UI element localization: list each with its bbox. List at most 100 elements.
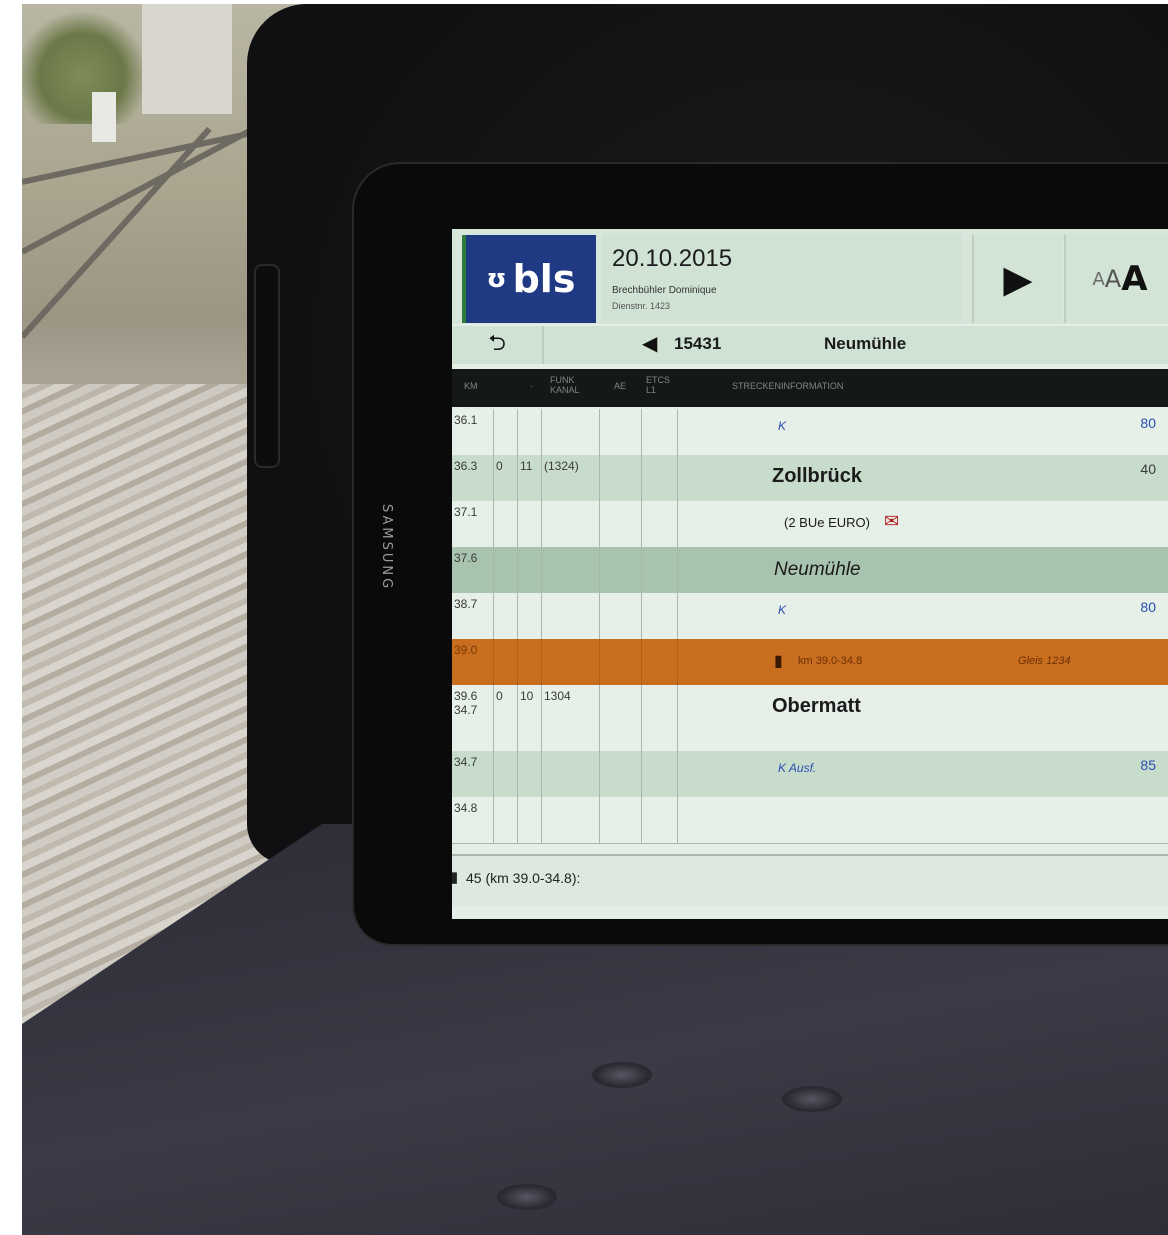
col-b-cell — [518, 593, 542, 639]
font-size-small-icon: A — [1092, 268, 1105, 290]
col-funk-kanal: FUNK KANAL — [550, 375, 580, 395]
play-icon: ▶ — [1003, 257, 1033, 301]
funk-kanal-cell — [542, 593, 600, 639]
col-a-cell — [494, 501, 518, 547]
km-cell: 34.7 — [452, 751, 494, 797]
route-info-text: (2 BUe EURO) — [784, 515, 870, 530]
photo-background: SAMSUNG ʊ bls 20.10.2015 Brechbühler Dom… — [22, 4, 1168, 1235]
route-info-text: km 39.0-34.8 — [798, 655, 863, 667]
km-cell: 37.1 — [452, 501, 494, 547]
col-b-cell: 11 — [518, 455, 542, 501]
speed-limit: 80 — [1140, 599, 1156, 615]
etcs-cell — [642, 685, 678, 751]
table-row[interactable]: 39.0 km 39.0-34.8 ▮ Gleis 1234 — [452, 639, 1168, 686]
km-value: 36.3 — [454, 459, 478, 473]
funk-kanal-cell: 1304 — [542, 685, 600, 751]
play-button[interactable]: ▶ — [972, 235, 1062, 323]
col-a-value: 0 — [496, 459, 503, 473]
route-info-cell: Zollbrück 40 — [688, 455, 1168, 501]
case-zipper — [254, 264, 280, 468]
col-streckeninformation: STRECKENINFORMATION — [732, 381, 844, 391]
route-info-cell: K 80 — [688, 409, 1168, 455]
table-row[interactable]: 36.1 K 80 — [452, 409, 1168, 456]
train-nav-bar: ⮌ ◀ 15431 Neumühle — [452, 326, 1168, 364]
ae-cell — [600, 593, 642, 639]
table-row[interactable]: 39.6 34.7 0 10 1304 Obermatt — [452, 685, 1168, 752]
col-b-cell — [518, 639, 542, 685]
km-cell: 37.6 — [452, 547, 494, 593]
col-b-value: 10 — [520, 689, 534, 703]
footer-message: 45 (km 39.0-34.8): — [466, 870, 581, 886]
km-cell: 38.7 — [452, 593, 494, 639]
bls-wheel-icon: ʊ — [486, 264, 507, 294]
ae-cell — [600, 639, 642, 685]
font-size-button[interactable]: A A A — [1064, 235, 1168, 323]
route-info-cell: Neumühle — [688, 547, 1168, 593]
speed-restriction-icon: ▮ — [452, 869, 459, 886]
km-cell: 36.3 — [452, 455, 494, 501]
km-value: 37.1 — [454, 505, 478, 519]
route-info-text: K — [778, 419, 787, 433]
back-arrow-icon: ⮌ — [488, 331, 506, 356]
col-a-cell — [494, 751, 518, 797]
table-row[interactable]: 38.7 K 80 — [452, 593, 1168, 640]
etcs-cell — [642, 501, 678, 547]
col-etcs: ETCS L1 — [646, 375, 671, 395]
km-value: 39.0 — [454, 643, 478, 657]
col-ae: AE — [614, 381, 627, 391]
etcs-cell — [642, 593, 678, 639]
trip-date: 20.10.2015 — [612, 245, 733, 272]
km-value: 36.1 — [454, 413, 478, 427]
previous-train-arrow-icon[interactable]: ◀ — [642, 331, 657, 355]
ae-cell — [600, 797, 642, 843]
col-b-cell — [518, 797, 542, 843]
route-info-cell: K 80 — [688, 593, 1168, 639]
route-info-text: K Ausf. — [778, 761, 817, 775]
km-value-secondary: 34.7 — [454, 703, 478, 717]
km-cell: 36.1 — [452, 409, 494, 455]
funk-kanal-cell — [542, 639, 600, 685]
back-button[interactable]: ⮌ — [452, 326, 544, 364]
table-row[interactable]: 36.3 0 11 (1324) Zollbrück 40 — [452, 455, 1168, 502]
km-value: 39.6 — [454, 689, 478, 703]
funk-kanal-cell — [542, 547, 600, 593]
col-a-cell — [494, 593, 518, 639]
speed-limit: 85 — [1140, 757, 1156, 773]
col-a-cell — [494, 797, 518, 843]
logo-text: bls — [512, 257, 576, 301]
km-cell: 39.6 34.7 — [452, 685, 494, 751]
table-row[interactable]: 34.7 K Ausf. 85 — [452, 751, 1168, 798]
col-b-cell — [518, 409, 542, 455]
track-label: Gleis 1234 — [1018, 655, 1071, 667]
km-cell: 34.8 — [452, 797, 494, 843]
km-value: 34.8 — [454, 801, 478, 815]
trip-info: 20.10.2015 Brechbühler Dominique Dienstn… — [602, 235, 962, 323]
route-info-cell: (2 BUe EURO) ✉ — [688, 501, 1168, 547]
funk-kanal-cell: (1324) — [542, 455, 600, 501]
etcs-cell — [642, 797, 678, 843]
col-b-cell — [518, 751, 542, 797]
route-info-cell: Obermatt — [688, 685, 1168, 751]
font-size-large-icon: A — [1121, 259, 1148, 299]
col-b-cell — [518, 501, 542, 547]
column-header-row: KM · FUNK KANAL AE ETCS L1 STRECKENINFOR… — [452, 369, 1168, 407]
route-info-text: Obermatt — [772, 695, 861, 717]
col-a-cell: 0 — [494, 685, 518, 751]
app-header: ʊ bls 20.10.2015 Brechbühler Dominique D… — [452, 229, 1168, 324]
tablet-screen: ʊ bls 20.10.2015 Brechbühler Dominique D… — [452, 229, 1168, 919]
etcs-cell — [642, 547, 678, 593]
table-row[interactable]: 37.6 Neumühle — [452, 547, 1168, 594]
km-value: 34.7 — [454, 755, 478, 769]
table-row[interactable]: 37.1 (2 BUe EURO) ✉ — [452, 501, 1168, 548]
ae-cell — [600, 547, 642, 593]
funk-kanal-cell — [542, 797, 600, 843]
desk-bolt — [782, 1086, 842, 1112]
km-cell: 39.0 — [452, 639, 494, 685]
footer-message-bar: ▮ 45 (km 39.0-34.8): — [452, 854, 1168, 906]
km-value: 38.7 — [454, 597, 478, 611]
ae-cell — [600, 751, 642, 797]
route-info-text: Neumühle — [774, 559, 861, 580]
table-row[interactable]: 34.8 — [452, 797, 1168, 844]
train-number: 15431 — [674, 334, 722, 353]
funk-kanal-cell — [542, 501, 600, 547]
